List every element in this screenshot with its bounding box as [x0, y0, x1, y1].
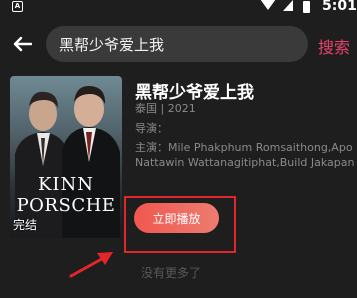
director-line: 导演： — [135, 122, 168, 135]
region-year: 泰国 | 2021 — [135, 102, 196, 115]
status-time: 5:01 — [322, 0, 357, 14]
play-now-button[interactable]: 立即播放 — [134, 203, 219, 233]
signal-icon — [283, 0, 293, 11]
poster-image[interactable]: KINN PORSCHE 完结 — [10, 76, 122, 238]
wifi-icon — [260, 0, 276, 10]
app-screen: A 5:01 黑帮少爷爱上我 搜索 KINN PORSCHE 完结 黑帮少爷爱上… — [0, 0, 357, 298]
battery-icon — [303, 1, 310, 13]
poster-title-line2: PORSCHE — [16, 195, 116, 216]
poster-title-line1: KINN — [37, 174, 95, 195]
annotation-arrow-icon — [69, 252, 113, 278]
arrow-left-icon — [13, 36, 32, 52]
status-badge: 完结 — [13, 218, 38, 232]
no-more-text: 没有更多了 — [141, 266, 202, 280]
notification-icon: A — [12, 1, 23, 12]
back-button[interactable] — [8, 32, 36, 56]
cast-line-1: 主演：Mile Phakphum Romsaithong,Apo — [135, 141, 353, 154]
search-input[interactable]: 黑帮少爷爱上我 — [46, 26, 308, 62]
search-query-text: 黑帮少爷爱上我 — [59, 35, 165, 54]
cast-line-2: Nattawin Wattanagitiphat,Build Jakapan — [135, 156, 355, 169]
search-button[interactable]: 搜索 — [318, 34, 350, 58]
status-bar: A 5:01 — [0, 0, 357, 14]
